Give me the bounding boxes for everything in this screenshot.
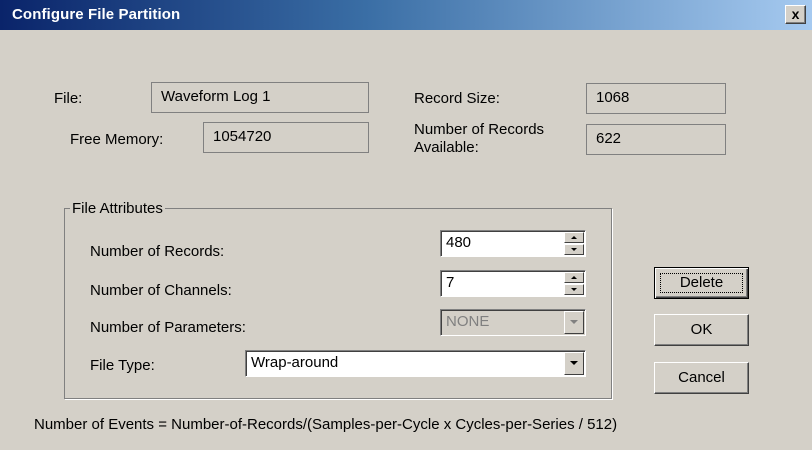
free-memory-label: Free Memory: bbox=[70, 131, 164, 148]
num-channels-spin-buttons bbox=[564, 272, 584, 295]
record-size-value: 1068 bbox=[596, 89, 630, 106]
num-channels-spinner[interactable]: 7 bbox=[440, 270, 586, 297]
num-channels-decrement-button[interactable] bbox=[564, 284, 584, 295]
num-records-increment-button[interactable] bbox=[564, 232, 584, 243]
num-parameters-value: NONE bbox=[446, 313, 490, 330]
ok-button[interactable]: OK bbox=[654, 314, 749, 346]
num-records-value[interactable]: 480 bbox=[446, 234, 471, 251]
free-memory-field: 1054720 bbox=[203, 122, 369, 153]
delete-button[interactable]: Delete bbox=[654, 267, 749, 299]
cancel-button[interactable]: Cancel bbox=[654, 362, 749, 394]
num-records-decrement-button[interactable] bbox=[564, 244, 584, 255]
arrow-down-icon bbox=[571, 248, 577, 251]
arrow-up-icon bbox=[571, 276, 577, 279]
free-memory-value: 1054720 bbox=[213, 128, 272, 145]
record-size-label: Record Size: bbox=[414, 90, 500, 107]
file-type-select[interactable]: Wrap-around bbox=[245, 350, 586, 377]
num-records-spinner[interactable]: 480 bbox=[440, 230, 586, 257]
title-bar[interactable]: Configure File Partition x bbox=[0, 0, 812, 30]
close-button[interactable]: x bbox=[785, 5, 806, 24]
configure-file-partition-dialog: Configure File Partition x File: Wavefor… bbox=[0, 0, 812, 450]
window-title: Configure File Partition bbox=[12, 6, 181, 23]
chevron-down-icon bbox=[570, 361, 578, 365]
num-channels-label: Number of Channels: bbox=[90, 282, 232, 299]
num-parameters-dropdown-button bbox=[564, 311, 584, 334]
num-channels-value[interactable]: 7 bbox=[446, 274, 454, 291]
arrow-up-icon bbox=[571, 236, 577, 239]
record-size-field: 1068 bbox=[586, 83, 726, 114]
file-name-field: Waveform Log 1 bbox=[151, 82, 369, 113]
arrow-down-icon bbox=[571, 288, 577, 291]
records-available-field: 622 bbox=[586, 124, 726, 155]
num-parameters-label: Number of Parameters: bbox=[90, 319, 246, 336]
file-type-dropdown-button[interactable] bbox=[564, 352, 584, 375]
file-type-label: File Type: bbox=[90, 357, 155, 374]
cancel-button-label: Cancel bbox=[678, 369, 725, 386]
num-channels-increment-button[interactable] bbox=[564, 272, 584, 283]
records-available-value: 622 bbox=[596, 130, 622, 147]
records-available-label: Number of Records Available: bbox=[414, 121, 545, 156]
file-label: File: bbox=[54, 90, 83, 107]
num-parameters-select: NONE bbox=[440, 309, 586, 336]
num-records-spin-buttons bbox=[564, 232, 584, 255]
file-name-value: Waveform Log 1 bbox=[161, 88, 271, 105]
ok-button-label: OK bbox=[690, 321, 713, 338]
close-icon: x bbox=[791, 6, 800, 22]
chevron-down-icon bbox=[570, 320, 578, 324]
file-type-value[interactable]: Wrap-around bbox=[251, 354, 338, 371]
events-formula: Number of Events = Number-of-Records/(Sa… bbox=[34, 416, 618, 433]
file-attributes-title: File Attributes bbox=[70, 200, 165, 217]
delete-button-label: Delete bbox=[679, 274, 724, 291]
num-records-label: Number of Records: bbox=[90, 243, 225, 260]
